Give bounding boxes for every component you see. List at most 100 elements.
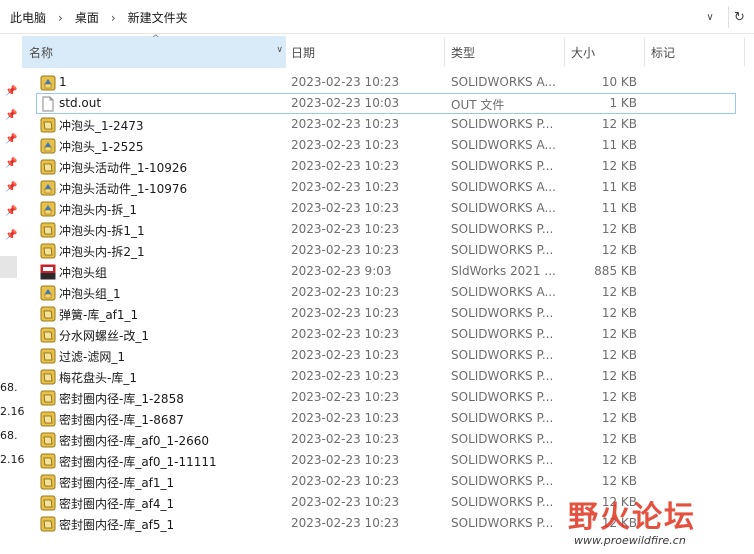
nav-cut-text: 68. bbox=[0, 429, 18, 442]
column-header-type[interactable]: 类型 bbox=[444, 36, 564, 68]
column-header-tags[interactable]: 标记 bbox=[644, 36, 744, 68]
file-date: 2023-02-23 10:23 bbox=[291, 201, 400, 215]
file-row[interactable]: 冲泡头组_1 2023-02-23 10:23 SOLIDWORKS A... 12 … bbox=[36, 282, 736, 303]
file-date: 2023-02-23 10:23 bbox=[291, 159, 400, 173]
file-type: SldWorks 2021 ... bbox=[451, 264, 556, 278]
file-row[interactable]: 密封圈内径-库_af0_1-11111 2023-02-23 10:23 SOLID… bbox=[36, 450, 736, 471]
column-divider[interactable] bbox=[744, 38, 745, 66]
file-type: SOLIDWORKS P... bbox=[451, 453, 554, 467]
file-date: 2023-02-23 10:23 bbox=[291, 516, 400, 530]
file-date: 2023-02-23 10:23 bbox=[291, 180, 400, 194]
file-date: 2023-02-23 10:23 bbox=[291, 222, 400, 236]
file-name: 密封圈内径-库_af1_1 bbox=[59, 476, 175, 490]
breadcrumb-this-pc[interactable]: 此电脑 bbox=[8, 9, 48, 26]
file-date: 2023-02-23 10:23 bbox=[291, 369, 400, 383]
file-type: SOLIDWORKS P... bbox=[451, 306, 554, 320]
solidworks-part-icon bbox=[40, 327, 56, 343]
solidworks-part-icon bbox=[40, 117, 56, 133]
file-name: 梅花盘头-库_1 bbox=[59, 371, 137, 385]
file-row[interactable]: 冲泡头内-拆2_1 2023-02-23 10:23 SOLIDWORKS P...… bbox=[36, 240, 736, 261]
file-type: SOLIDWORKS P... bbox=[451, 159, 554, 173]
solidworks-part-icon bbox=[40, 411, 56, 427]
file-row[interactable]: 梅花盘头-库_1 2023-02-23 10:23 SOLIDWORKS P... 1… bbox=[36, 366, 736, 387]
solidworks-part-icon bbox=[40, 243, 56, 259]
file-name: 冲泡头组_1 bbox=[59, 287, 121, 301]
file-size: 11 KB bbox=[601, 138, 637, 152]
file-size: 1 KB bbox=[609, 96, 637, 110]
pin-icon[interactable]: 📌 bbox=[5, 134, 17, 146]
file-size: 12 KB bbox=[601, 432, 637, 446]
file-row[interactable]: 冲泡头内-拆1_1 2023-02-23 10:23 SOLIDWORKS P...… bbox=[36, 219, 736, 240]
breadcrumb-separator[interactable]: › bbox=[111, 11, 116, 25]
file-row[interactable]: 1 2023-02-23 10:23 SOLIDWORKS A... 10 KB bbox=[36, 72, 736, 93]
pin-icon[interactable]: 📌 bbox=[5, 110, 17, 122]
file-name: 冲泡头_1-2525 bbox=[59, 140, 144, 154]
file-size: 12 KB bbox=[601, 411, 637, 425]
pin-icon[interactable]: 📌 bbox=[5, 86, 17, 98]
file-type: SOLIDWORKS P... bbox=[451, 390, 554, 404]
file-row[interactable]: 冲泡头组 2023-02-23 9:03 SldWorks 2021 ... 885 … bbox=[36, 261, 736, 282]
solidworks-assembly-icon bbox=[40, 180, 56, 196]
file-row[interactable]: 冲泡头_1-2525 2023-02-23 10:23 SOLIDWORKS A..… bbox=[36, 135, 736, 156]
file-row[interactable]: 过滤-滤网_1 2023-02-23 10:23 SOLIDWORKS P... 12… bbox=[36, 345, 736, 366]
file-type: SOLIDWORKS P... bbox=[451, 516, 554, 530]
solidworks-part-icon bbox=[40, 369, 56, 385]
pin-icon[interactable]: 📌 bbox=[5, 206, 17, 218]
file-row[interactable]: 密封圈内径-库_af0_1-2660 2023-02-23 10:23 SOLIDW… bbox=[36, 429, 736, 450]
file-size: 12 KB bbox=[601, 453, 637, 467]
address-bar[interactable]: 此电脑 › 桌面 › 新建文件夹 ∨ ↻ bbox=[0, 0, 754, 34]
file-row[interactable]: 密封圈内径-库_1-2858 2023-02-23 10:23 SOLIDWORKS… bbox=[36, 387, 736, 408]
column-header-date[interactable]: 日期 bbox=[284, 36, 444, 68]
file-date: 2023-02-23 10:23 bbox=[291, 348, 400, 362]
breadcrumb-desktop[interactable]: 桌面 bbox=[73, 9, 101, 26]
file-type: SOLIDWORKS P... bbox=[451, 243, 554, 257]
solidworks-part-icon bbox=[40, 474, 56, 490]
file-row[interactable]: 弹簧-库_af1_1 2023-02-23 10:23 SOLIDWORKS P..… bbox=[36, 303, 736, 324]
file-size: 12 KB bbox=[601, 159, 637, 173]
solidworks-part-icon bbox=[40, 390, 56, 406]
column-header-row: 名称 ^ ∨ 日期 类型 大小 标记 bbox=[22, 34, 754, 68]
file-type: SOLIDWORKS A... bbox=[451, 138, 556, 152]
file-row[interactable]: 冲泡头内-拆_1 2023-02-23 10:23 SOLIDWORKS A... 1… bbox=[36, 198, 736, 219]
file-row[interactable]: std.out 2023-02-23 10:03 OUT 文件 1 KB bbox=[36, 93, 736, 114]
file-name: 密封圈内径-库_1-2858 bbox=[59, 392, 184, 406]
file-row[interactable]: 冲泡头活动件_1-10976 2023-02-23 10:23 SOLIDWORKS… bbox=[36, 177, 736, 198]
file-type: SOLIDWORKS P... bbox=[451, 327, 554, 341]
solidworks-part-icon bbox=[40, 432, 56, 448]
file-date: 2023-02-23 10:23 bbox=[291, 117, 400, 131]
file-row[interactable]: 分水网螺丝-改_1 2023-02-23 10:23 SOLIDWORKS P...… bbox=[36, 324, 736, 345]
file-row[interactable]: 密封圈内径-库_af1_1 2023-02-23 10:23 SOLIDWORKS … bbox=[36, 471, 736, 492]
file-row[interactable]: 密封圈内径-库_1-8687 2023-02-23 10:23 SOLIDWORKS… bbox=[36, 408, 736, 429]
address-dropdown-icon[interactable]: ∨ bbox=[700, 6, 720, 28]
file-size: 12 KB bbox=[601, 348, 637, 362]
file-name: 1 bbox=[59, 75, 67, 89]
column-header-size[interactable]: 大小 bbox=[564, 36, 644, 68]
nav-cut-text: 68. bbox=[0, 381, 18, 394]
chevron-down-icon[interactable]: ∨ bbox=[276, 45, 283, 55]
breadcrumb-separator[interactable]: › bbox=[58, 11, 63, 25]
pin-icon[interactable]: 📌 bbox=[5, 158, 17, 170]
solidworks-assembly-icon bbox=[40, 285, 56, 301]
file-date: 2023-02-23 10:23 bbox=[291, 411, 400, 425]
file-size: 12 KB bbox=[601, 222, 637, 236]
file-date: 2023-02-23 10:23 bbox=[291, 390, 400, 404]
pin-icon[interactable]: 📌 bbox=[5, 230, 17, 242]
solidworks-assembly-icon bbox=[40, 138, 56, 154]
column-header-name[interactable]: 名称 ^ ∨ bbox=[22, 34, 286, 68]
breadcrumb-new-folder[interactable]: 新建文件夹 bbox=[126, 9, 190, 26]
file-name: 冲泡头活动件_1-10976 bbox=[59, 182, 188, 196]
column-header-size-label: 大小 bbox=[571, 45, 596, 60]
refresh-icon[interactable]: ↻ bbox=[728, 6, 750, 28]
file-date: 2023-02-23 10:23 bbox=[291, 495, 400, 509]
solidworks-part-icon bbox=[40, 453, 56, 469]
solidworks-part-icon bbox=[40, 222, 56, 238]
nav-cut-text: 2.16 bbox=[0, 453, 25, 466]
file-row[interactable]: 冲泡头_1-2473 2023-02-23 10:23 SOLIDWORKS P..… bbox=[36, 114, 736, 135]
nav-selected-item[interactable] bbox=[0, 256, 17, 278]
solidworks-part-icon bbox=[40, 495, 56, 511]
pin-icon[interactable]: 📌 bbox=[5, 182, 17, 194]
file-row[interactable]: 冲泡头活动件_1-10926 2023-02-23 10:23 SOLIDWORKS… bbox=[36, 156, 736, 177]
watermark: 野火论坛 www.proewildfire.cn bbox=[568, 492, 754, 554]
file-size: 12 KB bbox=[601, 474, 637, 488]
solidworks-part-icon bbox=[40, 159, 56, 175]
